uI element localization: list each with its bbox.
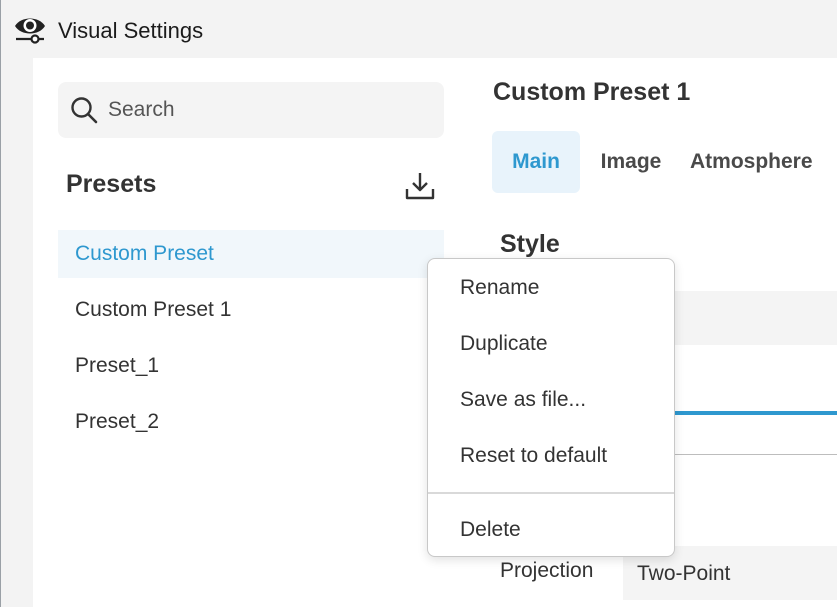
menu-item-label: Delete xyxy=(460,518,521,541)
menu-item-label: Reset to default xyxy=(460,444,608,467)
menu-item-label: Save as file... xyxy=(460,388,587,411)
preset-label: Preset_1 xyxy=(75,354,160,377)
tab-label: Atmosphere xyxy=(690,150,813,173)
menu-item-label: Duplicate xyxy=(460,332,548,355)
menu-item-delete[interactable]: Delete xyxy=(428,502,674,558)
menu-item-save-as-file[interactable]: Save as file... xyxy=(428,372,674,428)
search-icon xyxy=(71,97,98,124)
preset-item-custom-preset[interactable]: Custom Preset xyxy=(58,230,444,278)
preset-label: Preset_2 xyxy=(75,410,160,433)
preset-label: Custom Preset xyxy=(75,242,214,265)
preset-item-preset-2[interactable]: Preset_2 xyxy=(58,398,444,446)
preset-item-custom-preset-1[interactable]: Custom Preset 1 xyxy=(58,286,444,334)
projection-label: Projection xyxy=(500,559,594,582)
tab-main[interactable]: Main xyxy=(492,131,580,193)
eye-icon xyxy=(15,18,45,44)
menu-item-reset-to-default[interactable]: Reset to default xyxy=(428,428,674,484)
panel-title: Custom Preset 1 xyxy=(493,78,691,106)
presets-heading: Presets xyxy=(66,170,157,198)
title-bar: Visual Settings xyxy=(0,0,837,58)
download-icon[interactable] xyxy=(404,170,436,202)
tab-image[interactable]: Image xyxy=(586,131,676,193)
tab-atmosphere[interactable]: Atmosphere xyxy=(690,131,837,193)
preset-item-preset-1[interactable]: Preset_1 xyxy=(58,342,444,390)
projection-value: Two-Point xyxy=(637,562,731,585)
section-title-style: Style xyxy=(500,230,560,258)
tab-label: Main xyxy=(512,150,560,173)
menu-item-duplicate[interactable]: Duplicate xyxy=(428,316,674,372)
menu-item-rename[interactable]: Rename xyxy=(428,260,674,316)
window-left-border xyxy=(0,0,1,607)
menu-item-label: Rename xyxy=(460,276,540,299)
tab-label: Image xyxy=(600,150,662,173)
context-menu: Rename Duplicate Save as file... Reset t… xyxy=(427,258,675,557)
window-title: Visual Settings xyxy=(58,18,204,43)
menu-separator xyxy=(428,492,674,494)
search-input[interactable] xyxy=(108,96,428,124)
preset-label: Custom Preset 1 xyxy=(75,298,232,321)
